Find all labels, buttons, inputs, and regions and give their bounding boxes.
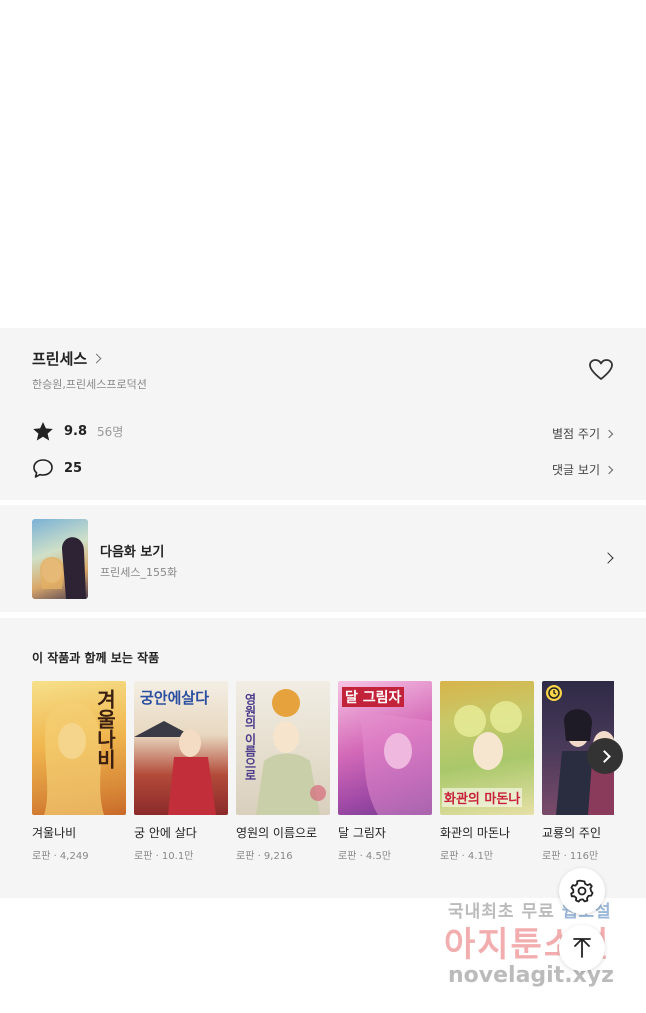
chevron-right-icon — [602, 552, 614, 564]
card-title: 궁 안에 살다 — [134, 826, 197, 840]
clock-badge-icon — [546, 685, 562, 701]
next-episode-card[interactable]: 다음화 보기 프린세스_155화 — [0, 505, 646, 612]
next-episode-thumbnail — [32, 519, 88, 599]
rate-button-label: 별점 주기 — [552, 427, 600, 441]
card-meta: 로판 · 10.1만 — [134, 851, 194, 862]
recommendation-card[interactable]: 달 그림자 달 그림자 로판 · 4.5만 — [338, 681, 432, 862]
card-title: 달 그림자 — [338, 826, 386, 840]
recommendation-card[interactable]: 화관의 마돈나 화관의 마돈나 로판 · 4.1만 — [440, 681, 534, 862]
card-title: 영원의 이름으로 — [236, 826, 318, 840]
cover-title: 영원의 이름으로 — [243, 693, 257, 782]
recommendation-card[interactable]: 영원의 이름으로 영원의 이름으로 로판 · 9,216 — [236, 681, 330, 862]
recommendations-carousel: 겨울나비 겨울나비 로판 · 4,249 궁안에살다 궁 안에 살다 로판 · … — [32, 681, 614, 871]
cover-title: 겨울나비 — [93, 689, 117, 769]
work-author: 한승원,프린세스프로덕션 — [32, 378, 147, 391]
arrow-up-icon — [573, 938, 591, 958]
work-title-link[interactable]: 프린세스 — [32, 348, 102, 369]
recommendations-heading: 이 작품과 함께 보는 작품 — [32, 651, 160, 665]
rating-row: 9.8 56명 — [32, 421, 123, 442]
card-meta: 로판 · 4.1만 — [440, 851, 494, 862]
cover-image: 화관의 마돈나 — [440, 681, 534, 815]
cover-image: 달 그림자 — [338, 681, 432, 815]
gear-icon — [570, 879, 594, 903]
scroll-to-top-button[interactable] — [559, 925, 605, 971]
card-meta: 로판 · 9,216 — [236, 851, 293, 862]
comment-row: 25 — [32, 458, 82, 479]
chevron-right-icon — [91, 353, 102, 364]
recommendation-card[interactable]: 궁안에살다 궁 안에 살다 로판 · 10.1만 — [134, 681, 228, 862]
rating-value: 9.8 — [64, 424, 88, 439]
chevron-right-icon — [604, 465, 614, 474]
cover-title: 달 그림자 — [342, 687, 405, 707]
card-meta: 로판 · 116만 — [542, 851, 599, 862]
card-title: 겨울나비 — [32, 826, 77, 840]
cover-image: 겨울나비 — [32, 681, 126, 815]
cover-title: 화관의 마돈나 — [442, 788, 523, 807]
cover-title: 궁안에살다 — [140, 689, 210, 707]
recommendation-card[interactable]: 겨울나비 겨울나비 로판 · 4,249 — [32, 681, 126, 862]
recommendations-section: 이 작품과 함께 보는 작품 겨울나비 겨울나비 로판 · 4,249 궁안에살 — [0, 618, 646, 898]
view-comments-label: 댓글 보기 — [552, 463, 600, 477]
carousel-next-button[interactable] — [587, 738, 623, 774]
chevron-right-icon — [604, 429, 614, 438]
star-icon — [33, 422, 53, 441]
card-meta: 로판 · 4.5만 — [338, 851, 392, 862]
rate-button[interactable]: 별점 주기 — [552, 425, 614, 442]
cover-image: 궁안에살다 — [134, 681, 228, 815]
card-meta: 로판 · 4,249 — [32, 851, 89, 862]
chevron-right-icon — [598, 750, 611, 763]
card-title: 교룡의 주인 — [542, 826, 602, 840]
settings-button[interactable] — [559, 868, 605, 914]
heart-icon[interactable] — [588, 358, 614, 382]
content-blank-area — [0, 0, 646, 328]
next-episode-label: 다음화 보기 — [100, 545, 165, 560]
comment-icon — [33, 459, 53, 478]
rating-count: 56명 — [97, 425, 124, 439]
cover-image: 영원의 이름으로 — [236, 681, 330, 815]
work-info-panel: 프린세스 한승원,프린세스프로덕션 9.8 56명 별점 주기 25 댓글 보기 — [0, 328, 646, 500]
comment-count: 25 — [64, 461, 83, 476]
card-title: 화관의 마돈나 — [440, 826, 511, 840]
next-episode-subtitle: 프린세스_155화 — [100, 566, 178, 579]
view-comments-button[interactable]: 댓글 보기 — [552, 461, 614, 478]
work-title: 프린세스 — [32, 350, 88, 368]
